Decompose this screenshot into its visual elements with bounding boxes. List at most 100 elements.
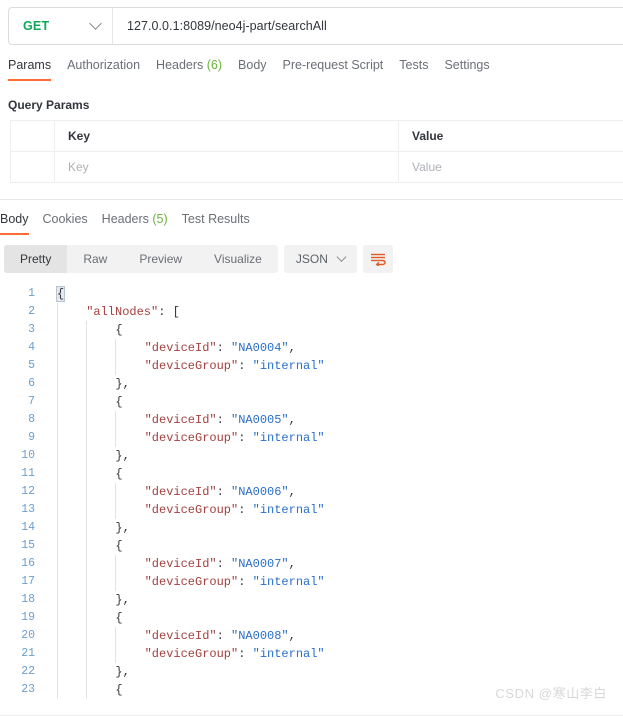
line-number: 21 xyxy=(21,647,35,660)
indent-guide xyxy=(57,555,58,573)
code-token: { xyxy=(115,467,123,481)
line-number: 22 xyxy=(21,665,35,678)
response-language-selector[interactable]: JSON xyxy=(283,245,357,273)
indent-guide xyxy=(86,465,88,483)
tab-label: Body xyxy=(0,212,29,226)
response-tab-body[interactable]: Body xyxy=(0,212,43,235)
indent-guide xyxy=(57,591,58,609)
code-token: } xyxy=(115,449,123,463)
tab-label: Params xyxy=(8,58,52,72)
code-token: , xyxy=(122,377,130,391)
code-token: "NA0004" xyxy=(231,341,289,355)
row-checkbox-cell[interactable] xyxy=(11,152,55,182)
response-tab-test-results[interactable]: Test Results xyxy=(182,212,264,235)
request-tab-pre-request-script[interactable]: Pre-request Script xyxy=(283,58,400,81)
tab-label: Headers xyxy=(101,212,149,226)
indent-guide xyxy=(86,321,88,339)
indent-guide xyxy=(86,609,88,627)
view-preview[interactable]: Preview xyxy=(123,245,198,273)
code-tokens: "deviceId": "NA0005", xyxy=(57,413,296,427)
line-number: 13 xyxy=(21,503,35,516)
indent-guide xyxy=(57,393,58,411)
tab-count-badge: (5) xyxy=(148,212,168,226)
code-line-content: }, xyxy=(44,591,623,609)
code-line-content: "deviceId": "NA0004", xyxy=(44,339,623,357)
indent-guide xyxy=(86,627,88,645)
code-line: 7{ xyxy=(0,393,623,411)
code-token: , xyxy=(288,557,296,571)
code-token: : xyxy=(216,413,232,427)
code-line: 10}, xyxy=(0,447,623,465)
code-token: , xyxy=(122,593,130,607)
indent-guide xyxy=(115,501,117,519)
view-raw[interactable]: Raw xyxy=(67,245,123,273)
indent-guide xyxy=(57,429,58,447)
code-line-content: "deviceGroup": "internal" xyxy=(44,429,623,447)
param-value-input[interactable]: Value xyxy=(399,152,623,182)
request-tab-bar: Params Authorization Headers (6) Body Pre-re… xyxy=(8,58,506,81)
tab-label: Test Results xyxy=(181,212,250,226)
word-wrap-button[interactable] xyxy=(362,245,393,273)
line-number: 12 xyxy=(21,485,35,498)
line-number: 8 xyxy=(28,413,35,426)
request-tab-tests[interactable]: Tests xyxy=(399,58,444,81)
indent-guide xyxy=(57,519,58,537)
code-line-content: "deviceGroup": "internal" xyxy=(44,501,623,519)
code-token: { xyxy=(55,286,66,302)
code-line-content: { xyxy=(44,537,623,555)
code-line: 2 "allNodes": [ xyxy=(0,303,623,321)
code-line: 12 "deviceId": "NA0006", xyxy=(0,483,623,501)
indent-guide xyxy=(86,483,88,501)
table-row[interactable]: Key Value xyxy=(11,152,623,183)
code-tokens: }, xyxy=(57,665,129,679)
code-line: 6}, xyxy=(0,375,623,393)
view-pretty[interactable]: Pretty xyxy=(4,245,68,273)
view-visualize[interactable]: Visualize xyxy=(198,245,278,273)
code-token: "deviceId" xyxy=(144,629,217,643)
request-tab-authorization[interactable]: Authorization xyxy=(67,58,156,81)
code-token: "NA0006" xyxy=(231,485,289,499)
response-tab-cookies[interactable]: Cookies xyxy=(43,212,102,235)
indent-guide xyxy=(86,681,88,699)
request-tab-params[interactable]: Params xyxy=(8,58,67,81)
indent-guide xyxy=(86,519,88,537)
code-token: , xyxy=(288,341,296,355)
column-header-key: Key xyxy=(55,121,399,151)
line-number: 20 xyxy=(21,629,35,642)
indent-guide xyxy=(115,357,117,375)
code-line-content: "deviceGroup": "internal" xyxy=(44,357,623,375)
code-line: 18}, xyxy=(0,591,623,609)
code-tokens: { xyxy=(57,323,123,337)
indent-guide xyxy=(86,339,88,357)
line-number: 4 xyxy=(28,341,35,354)
code-tokens: "deviceId": "NA0007", xyxy=(57,557,296,571)
tab-label: Body xyxy=(238,58,267,72)
indent-guide xyxy=(86,429,88,447)
response-body-viewer[interactable]: 1{2 "allNodes": [3{4 "deviceId": "NA0004",… xyxy=(0,285,623,700)
code-token: "deviceGroup" xyxy=(144,359,239,373)
url-input[interactable]: 127.0.0.1:8089/neo4j-part/searchAll xyxy=(113,8,623,44)
indent-guide xyxy=(115,555,117,573)
request-tab-body[interactable]: Body xyxy=(238,58,283,81)
code-tokens: }, xyxy=(57,377,130,391)
select-all-cell xyxy=(11,121,55,151)
word-wrap-icon xyxy=(370,253,386,266)
code-token: "deviceGroup" xyxy=(144,431,239,445)
request-tab-settings[interactable]: Settings xyxy=(444,58,505,81)
response-tab-headers[interactable]: Headers (5) xyxy=(102,212,182,235)
line-number: 16 xyxy=(21,557,35,570)
code-token: { xyxy=(115,323,123,337)
tab-label: Cookies xyxy=(42,212,88,226)
line-number: 9 xyxy=(28,431,35,444)
param-key-input[interactable]: Key xyxy=(55,152,399,182)
http-method-selector[interactable]: GET xyxy=(9,8,113,44)
code-token: : xyxy=(238,503,253,517)
code-line-content: }, xyxy=(44,447,623,465)
request-tab-headers[interactable]: Headers (6) xyxy=(156,58,238,81)
code-line-content: }, xyxy=(44,519,623,537)
code-token: "NA0007" xyxy=(231,557,289,571)
code-line: 14}, xyxy=(0,519,623,537)
code-line-content: "deviceId": "NA0005", xyxy=(44,411,623,429)
code-token: { xyxy=(115,539,123,553)
code-line: 8 "deviceId": "NA0005", xyxy=(0,411,623,429)
